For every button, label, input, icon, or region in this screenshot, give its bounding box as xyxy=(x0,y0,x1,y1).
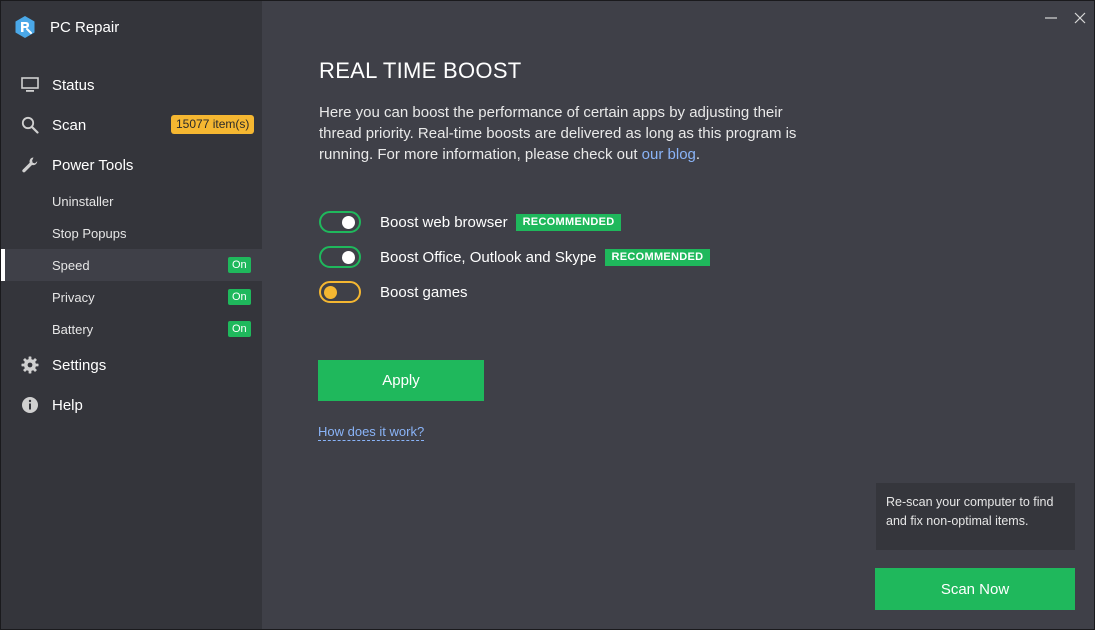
sidebar: PC Repair Status Scan 15077 item(s) Powe… xyxy=(1,1,262,629)
status-badge: On xyxy=(228,289,251,305)
boost-office-toggle[interactable] xyxy=(319,246,361,268)
toggle-label: Boost Office, Outlook and Skype xyxy=(380,248,597,266)
sidebar-item-help[interactable]: Help xyxy=(1,389,262,421)
sidebar-item-label: Power Tools xyxy=(52,156,134,174)
sidebar-item-label: Help xyxy=(52,396,83,414)
status-badge: On xyxy=(228,257,251,273)
toggle-knob xyxy=(324,286,337,299)
sidebar-subitem-label: Uninstaller xyxy=(52,193,114,209)
monitor-icon xyxy=(21,77,39,92)
toggle-knob xyxy=(342,251,355,264)
boost-web-browser-toggle[interactable] xyxy=(319,211,361,233)
sidebar-item-power-tools[interactable]: Power Tools xyxy=(1,149,262,181)
pc-repair-logo-icon xyxy=(15,16,35,38)
boost-games-row: Boost games xyxy=(319,280,476,304)
recommended-badge: RECOMMENDED xyxy=(604,248,711,266)
boost-office-row: Boost Office, Outlook and Skype RECOMMEN… xyxy=(319,245,711,269)
recommended-badge: RECOMMENDED xyxy=(515,213,622,231)
toggle-label: Boost games xyxy=(380,283,468,301)
sidebar-subitem-battery[interactable]: Battery On xyxy=(1,313,262,345)
minimize-icon[interactable] xyxy=(1042,9,1060,27)
close-icon[interactable] xyxy=(1071,9,1089,27)
scan-count-badge: 15077 item(s) xyxy=(171,115,255,134)
sidebar-subitem-label: Stop Popups xyxy=(52,225,127,241)
rescan-hint: Re-scan your computer to find and fix no… xyxy=(876,483,1075,550)
sidebar-subitem-label: Battery xyxy=(52,321,94,337)
page-title: REAL TIME BOOST xyxy=(319,58,522,83)
status-badge: On xyxy=(228,321,251,337)
apply-button[interactable]: Apply xyxy=(318,360,484,401)
sidebar-item-scan[interactable]: Scan 15077 item(s) xyxy=(1,109,262,141)
wrench-icon xyxy=(22,157,38,173)
sidebar-item-label: Settings xyxy=(52,356,107,374)
search-icon xyxy=(21,116,39,134)
brand: PC Repair xyxy=(13,13,119,41)
boost-games-toggle[interactable] xyxy=(319,281,361,303)
sidebar-subitem-label: Privacy xyxy=(52,289,95,305)
how-does-it-work-link[interactable]: How does it work? xyxy=(318,424,425,441)
blog-link[interactable]: our blog xyxy=(642,146,696,163)
sidebar-item-label: Scan xyxy=(52,116,87,134)
sidebar-item-settings[interactable]: Settings xyxy=(1,349,262,381)
sidebar-item-status[interactable]: Status xyxy=(1,69,262,101)
app-name: PC Repair xyxy=(50,18,120,36)
description-end: . xyxy=(695,146,701,163)
description-text: Here you can boost the performance of ce… xyxy=(319,104,797,163)
boost-web-browser-row: Boost web browser RECOMMENDED xyxy=(319,210,622,234)
sidebar-subitem-stop-popups[interactable]: Stop Popups xyxy=(1,217,262,249)
sidebar-subitem-privacy[interactable]: Privacy On xyxy=(1,281,262,313)
toggle-knob xyxy=(342,216,355,229)
sidebar-subitem-uninstaller[interactable]: Uninstaller xyxy=(1,185,262,217)
scan-now-button[interactable]: Scan Now xyxy=(875,568,1075,610)
toggle-label: Boost web browser xyxy=(380,213,508,231)
app-window: PC Repair Status Scan 15077 item(s) Powe… xyxy=(0,0,1095,630)
gear-icon xyxy=(21,356,39,374)
sidebar-subitem-speed[interactable]: Speed On xyxy=(1,249,262,281)
help-icon xyxy=(22,397,38,413)
sidebar-subitem-label: Speed xyxy=(52,257,90,273)
page-description: Here you can boost the performance of ce… xyxy=(319,102,819,165)
sidebar-item-label: Status xyxy=(52,76,95,94)
